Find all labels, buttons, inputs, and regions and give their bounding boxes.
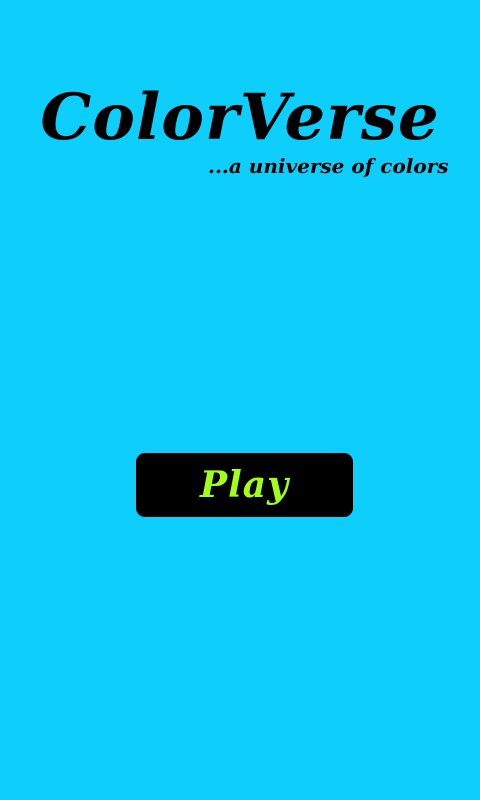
play-button[interactable]: Play <box>136 453 353 517</box>
main-menu-screen: ColorVerse ...a universe of colors Play <box>0 0 480 800</box>
game-title: ColorVerse <box>40 80 440 155</box>
play-button-label: Play <box>200 464 289 506</box>
game-tagline: ...a universe of colors <box>208 154 449 178</box>
